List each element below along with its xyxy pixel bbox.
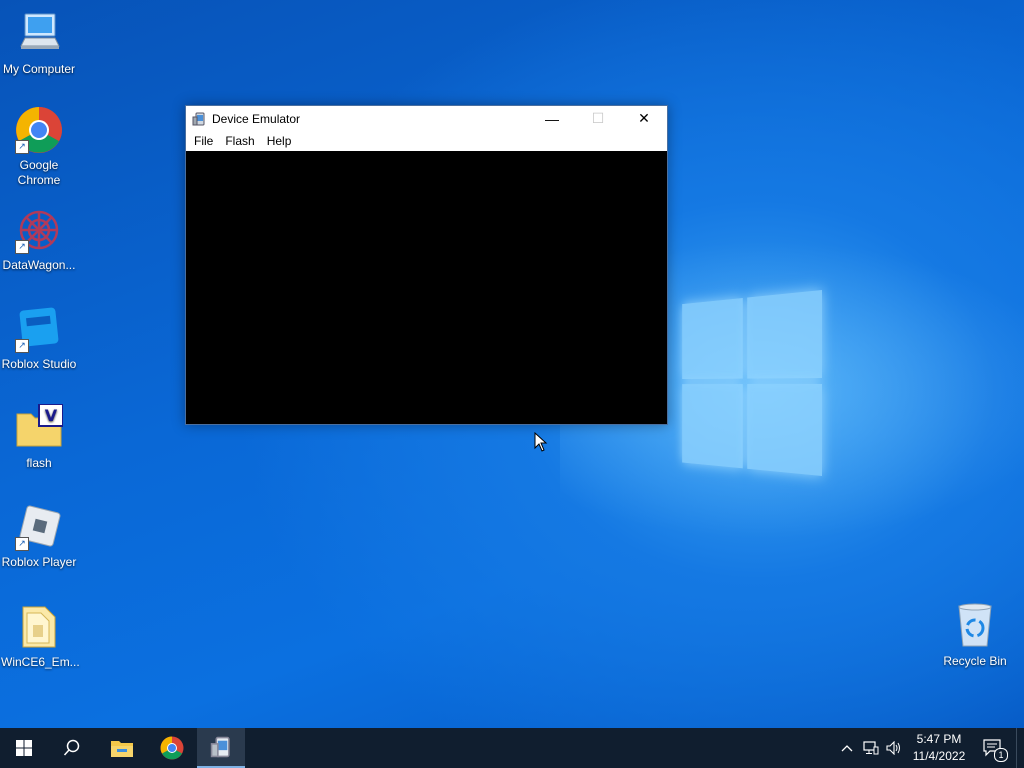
device-emulator-icon: [192, 112, 206, 126]
title-bar[interactable]: Device Emulator — ☐ ✕: [186, 106, 667, 131]
chrome-icon: [160, 736, 184, 760]
roblox-player-icon: ↗: [15, 503, 63, 551]
computer-icon: [15, 10, 63, 58]
menu-flash[interactable]: Flash: [219, 134, 260, 148]
datawagon-icon: ↗: [15, 206, 63, 254]
shortcut-arrow-icon: ↗: [15, 140, 29, 154]
search-button[interactable]: [48, 728, 96, 768]
show-desktop-button[interactable]: [1016, 728, 1024, 768]
menu-bar: File Flash Help: [186, 131, 667, 151]
recycle-bin-icon: [951, 602, 999, 650]
taskbar-file-explorer[interactable]: [98, 728, 146, 768]
desktop-icon-my-computer[interactable]: My Computer: [1, 10, 77, 77]
desktop-icon-datawagon[interactable]: ↗ DataWagon...: [1, 206, 77, 273]
speaker-icon: [886, 741, 900, 755]
show-hidden-icons-button[interactable]: [836, 728, 858, 768]
desktop-icon-label: Roblox Player: [1, 555, 77, 569]
desktop-icon-label: Recycle Bin: [943, 654, 1007, 668]
taskbar-chrome[interactable]: [148, 728, 196, 768]
desktop-icon-wince6-emulator[interactable]: WinCE6_Em...: [1, 603, 80, 670]
emulator-screen[interactable]: [186, 151, 667, 424]
menu-help[interactable]: Help: [261, 134, 298, 148]
windows-start-icon: [16, 740, 32, 756]
start-button[interactable]: [0, 728, 48, 768]
desktop-icon-label: Roblox Studio: [1, 357, 77, 371]
desktop-icon-label: DataWagon...: [2, 258, 76, 272]
network-tray-button[interactable]: [860, 728, 882, 768]
taskbar: 5:47 PM 11/4/2022 1: [0, 728, 1024, 768]
svg-text:V: V: [45, 406, 58, 425]
desktop-icon-label: WinCE6_Em...: [1, 655, 80, 669]
roblox-studio-icon: ↗: [15, 305, 63, 353]
mouse-cursor-icon: [534, 431, 548, 455]
device-emulator-window[interactable]: Device Emulator — ☐ ✕ File Flash Help: [185, 105, 668, 425]
window-title: Device Emulator: [212, 111, 301, 126]
notification-count-badge: 1: [994, 748, 1008, 762]
close-button[interactable]: ✕: [621, 106, 667, 131]
device-emulator-icon: [210, 736, 230, 758]
desktop-icon-flash[interactable]: V flash: [1, 403, 77, 471]
desktop-icon-roblox-studio[interactable]: ↗ Roblox Studio: [1, 305, 77, 372]
chrome-icon: ↗: [15, 106, 63, 154]
desktop-icon-google-chrome[interactable]: ↗ Google Chrome: [1, 106, 77, 188]
flash-file-icon: V: [15, 403, 64, 452]
shortcut-arrow-icon: ↗: [15, 537, 29, 551]
network-icon: [863, 741, 879, 755]
clock[interactable]: 5:47 PM 11/4/2022: [906, 728, 972, 768]
taskbar-device-emulator[interactable]: [197, 728, 245, 768]
desktop-icon-label: My Computer: [2, 62, 76, 76]
minimize-button[interactable]: —: [529, 106, 575, 131]
desktop-icon-label: flash: [26, 456, 52, 470]
action-center-button[interactable]: 1: [980, 728, 1008, 768]
clock-time: 5:47 PM: [916, 732, 962, 746]
shortcut-arrow-icon: ↗: [15, 339, 29, 353]
shortcut-arrow-icon: ↗: [15, 240, 29, 254]
file-explorer-icon: [111, 741, 133, 757]
volume-tray-button[interactable]: [883, 728, 905, 768]
clock-date: 11/4/2022: [912, 749, 966, 763]
desktop-icon-label: Google Chrome: [17, 158, 61, 187]
desktop-icon-roblox-player[interactable]: ↗ Roblox Player: [1, 503, 77, 570]
search-icon: [63, 739, 80, 756]
chevron-up-icon: [841, 745, 853, 752]
folder-icon: [15, 603, 63, 651]
desktop-icon-recycle-bin[interactable]: Recycle Bin: [937, 602, 1013, 669]
desktop: My Computer ↗ Google Chrome ↗ DataWagon.…: [0, 0, 1024, 728]
menu-file[interactable]: File: [188, 134, 219, 148]
windows-logo-wallpaper: [682, 290, 822, 480]
maximize-button[interactable]: ☐: [575, 106, 621, 131]
